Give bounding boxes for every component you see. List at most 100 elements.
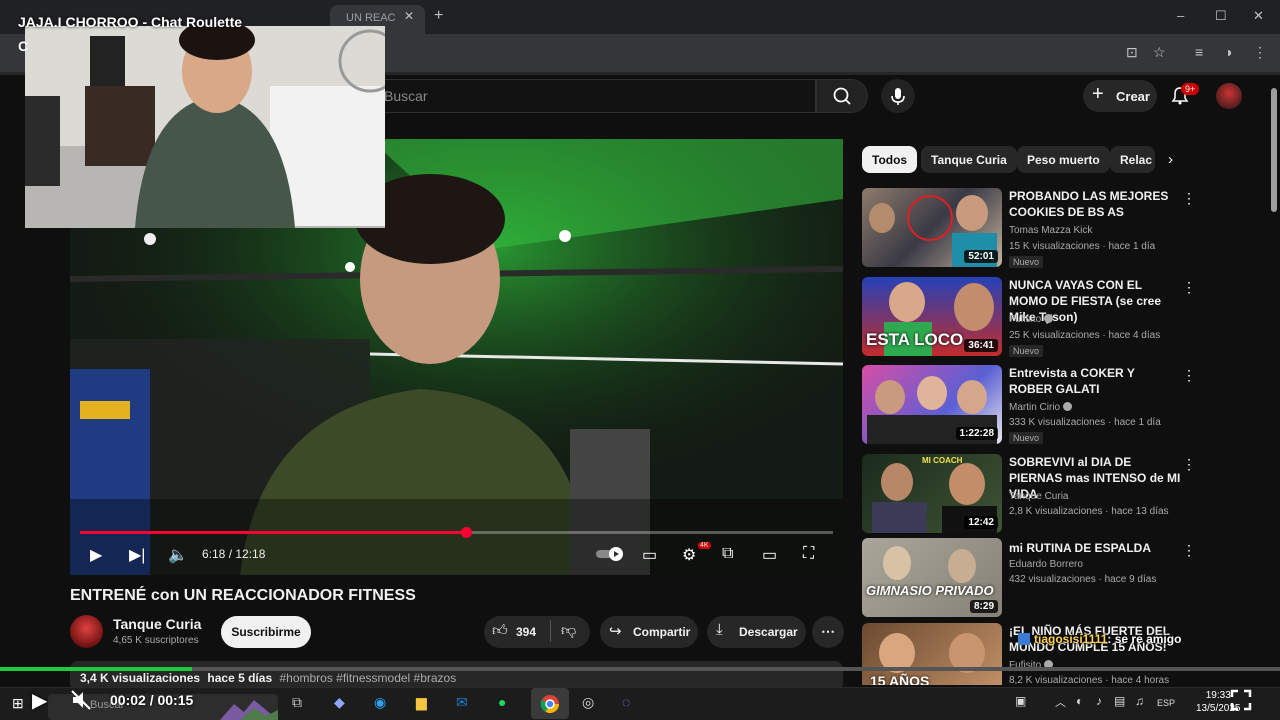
tab-close-icon[interactable]: ✕ [404,9,414,23]
tray-wifi-icon[interactable]: ▤ [1114,694,1125,708]
chip-todos[interactable]: Todos [862,146,918,173]
minimize-icon[interactable]: – [1177,8,1184,23]
channel-avatar[interactable] [70,615,103,648]
windows-start-icon[interactable]: ⊞ [12,695,24,712]
autoplay-toggle[interactable] [596,546,628,567]
like-count[interactable]: 394 [516,625,536,639]
bookmark-star-icon[interactable]: ☆ [1153,44,1166,61]
profile-icon[interactable]: ◑ [1224,44,1232,60]
tray-network-icon[interactable]: ◐ [1076,694,1083,708]
rec-thumbnail[interactable]: MI COACH 12:42 [862,454,1002,533]
rec-views: 333 K visualizaciones [1009,417,1106,428]
recommendation-item[interactable]: GIMNASIO PRIVADO 8:29 mi RUTINA DE ESPAL… [862,538,1202,622]
rec-menu-icon[interactable]: ⋮ [1182,190,1196,207]
rec-channel[interactable]: Martin Cirio [1009,402,1073,413]
tray-chevron-up-icon[interactable]: ︿ [1055,694,1066,710]
settings-gear-icon[interactable]: ⚙ [682,545,696,565]
edge-icon[interactable]: ◉ [374,694,386,711]
rec-thumbnail[interactable]: 15 AÑOS [862,623,1002,685]
rec-duration: 12:42 [964,516,998,529]
rec-title[interactable]: PROBANDO LAS MEJORES COOKIES DE BS AS [1009,188,1181,220]
recording-mute-icon[interactable] [70,689,92,711]
rec-duration: 1:22:28 [955,427,998,440]
next-icon[interactable]: ▶| [129,545,145,565]
rec-menu-icon[interactable]: ⋮ [1182,279,1196,296]
rec-menu-icon[interactable]: ⋮ [1182,367,1196,384]
play-icon[interactable]: ▶ [90,545,102,565]
tray-language[interactable]: ESP [1157,698,1175,708]
recommendation-item[interactable]: 52:01 PROBANDO LAS MEJORES COOKIES DE BS… [862,188,1202,272]
more-actions-icon[interactable]: ⋯ [812,616,844,648]
search-input[interactable] [370,79,816,113]
recording-fullscreen-icon[interactable] [1230,689,1252,711]
channel-name[interactable]: Tanque Curia [113,616,201,632]
rec-channel[interactable]: Tomas Mazza Kick [1009,225,1092,236]
rec-thumb-text: 15 AÑOS [870,673,930,685]
recording-play-icon[interactable]: ▶ [32,688,47,713]
rec-channel[interactable]: Fufisito [1009,314,1054,325]
rec-title[interactable]: mi RUTINA DE ESPALDA [1009,540,1181,556]
account-avatar[interactable] [1216,83,1242,109]
maximize-icon[interactable]: ☐ [1215,8,1227,24]
close-window-icon[interactable]: ✕ [1253,8,1264,24]
chevron-right-icon[interactable]: › [1168,151,1173,168]
voice-search-button[interactable] [881,79,915,113]
rec-thumbnail[interactable]: ESTA LOCO 36:41 [862,277,1002,356]
browser-menu-icon[interactable]: ⋮ [1253,44,1267,61]
subtitles-icon[interactable]: ▭ [642,545,657,565]
rec-age: hace 4 días [1108,330,1161,341]
new-tab-icon[interactable]: + [434,7,443,25]
volume-icon[interactable]: 🔈 [168,545,188,565]
rec-menu-icon[interactable]: ⋮ [1182,456,1196,473]
task-view-icon[interactable]: ⧉ [292,694,302,711]
copilot-icon[interactable]: ◆ [334,694,345,711]
rec-thumbnail[interactable]: 1:22:28 [862,365,1002,444]
rec-thumbnail[interactable]: GIMNASIO PRIVADO 8:29 [862,538,1002,617]
progress-scrubber[interactable] [461,527,472,538]
tray-microphone-icon[interactable]: ♪ [1096,694,1102,708]
recording-time: 00:02 / 00:15 [110,692,194,708]
recording-progress-track[interactable] [0,667,1280,671]
recommendation-item[interactable]: ESTA LOCO 36:41 NUNCA VAYAS CON EL MOMO … [862,277,1202,361]
hashtags[interactable]: #hombros #fitnessmodel #brazos [279,671,456,685]
chrome-icon[interactable] [540,694,560,714]
quality-badge: 4K [698,542,711,549]
app-icon[interactable]: ◌ [622,694,630,710]
miniplayer-icon[interactable]: ⧉ [722,545,733,563]
chip-peso-muerto[interactable]: Peso muerto [1017,146,1110,173]
subscribe-button[interactable]: Suscribirme [221,616,311,648]
webcam-overlay [25,26,385,228]
microphone-icon [891,88,905,105]
chip-tanque-curia[interactable]: Tanque Curia [921,146,1017,173]
install-app-icon[interactable]: ⊡ [1126,44,1138,61]
plus-icon: + [1092,83,1104,105]
webcam-frame [25,26,385,228]
tray-app-icon[interactable]: ▣ [1015,694,1026,708]
tray-volume-icon[interactable]: ♫ [1135,694,1144,708]
rec-channel[interactable]: Tanque Curia [1009,491,1068,502]
rec-duration: 52:01 [964,250,998,263]
taskbar-search-highlight-art [220,700,278,720]
download-label: Descargar [739,625,798,639]
rec-menu-icon[interactable]: ⋮ [1182,542,1196,559]
outlook-icon[interactable]: ✉ [456,694,468,711]
theater-mode-icon[interactable]: ▭ [762,545,777,565]
fullscreen-icon[interactable]: ⛶ [803,545,814,563]
dislike-icon[interactable]: 👎︎ [561,622,576,640]
chip-relacionados[interactable]: Relac [1110,146,1155,173]
rec-thumb-text: ESTA LOCO [866,330,964,349]
chat-avatar-icon [1018,633,1030,645]
recommendation-item[interactable]: 1:22:28 Entrevista a COKER Y ROBER GALAT… [862,365,1202,449]
page-scrollbar-thumb[interactable] [1271,88,1277,212]
rec-thumbnail[interactable]: 52:01 [862,188,1002,267]
obs-icon[interactable]: ◎ [582,694,594,711]
rec-channel-name: Martin Cirio [1009,402,1061,413]
recommendation-item[interactable]: MI COACH 12:42 SOBREVIVI al DIA DE PIERN… [862,454,1202,538]
like-icon[interactable]: 👍︎ [492,622,508,640]
media-controls-icon[interactable]: ≡ [1195,44,1203,60]
spotify-icon[interactable]: ● [498,694,506,710]
rec-title[interactable]: Entrevista a COKER Y ROBER GALATI [1009,365,1181,397]
search-button[interactable] [816,79,868,113]
rec-channel[interactable]: Eduardo Borrero [1009,559,1083,570]
file-explorer-icon[interactable]: ▆ [416,694,427,711]
